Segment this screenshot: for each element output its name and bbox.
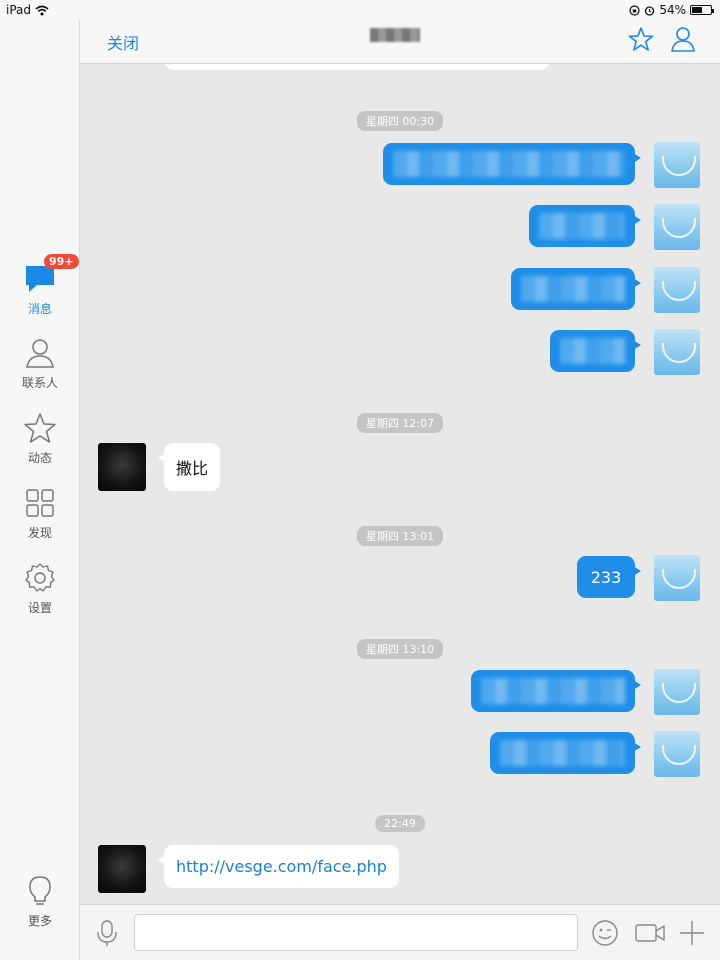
message-bubble-other[interactable]: 撒比 [157,443,221,491]
star-icon [24,413,56,443]
avatar-me[interactable] [654,142,700,188]
redacted-content [539,213,625,239]
timestamp: 22:49 [375,815,425,832]
device-name: iPad [6,3,32,17]
message-text: 撒比 [176,459,209,478]
redacted-content [521,276,625,302]
alarm-icon [645,5,655,16]
timestamp: 星期四 12:07 [356,413,444,433]
avatar-other[interactable] [98,845,146,893]
message-bubble-me[interactable] [471,670,641,712]
status-bar: iPad 54% [0,0,720,20]
avatar-me[interactable] [654,204,700,250]
redacted-content [500,740,625,766]
message-bubble-me[interactable] [529,205,641,247]
message-bubble-me[interactable] [550,330,641,372]
previous-message-bubble [164,64,550,70]
grid-icon [26,489,54,517]
sidebar-item-label: 设置 [27,601,52,615]
message-bubble-me[interactable] [490,732,641,774]
sidebar-item-feed[interactable]: 动态 [0,411,80,466]
star-icon[interactable] [628,26,654,52]
sidebar-item-label: 发现 [27,526,52,540]
battery-level [692,7,702,13]
timestamp: 星期四 13:10 [356,639,444,659]
sidebar-item-label: 消息 [27,302,52,316]
close-button[interactable]: 关闭 [107,30,139,54]
microphone-icon[interactable] [93,919,121,947]
message-bubble-other[interactable]: http://vesge.com/face.php [158,845,399,888]
chat-area[interactable]: 星期四 00:30 星期四 12:07 撒比 星期四 13:01 233 星期四… [80,64,720,904]
sidebar-item-settings[interactable]: 设置 [0,561,80,616]
redacted-content [481,678,625,704]
message-bubble-me[interactable] [511,268,641,310]
person-icon [26,339,54,368]
message-bubble-me[interactable] [383,143,641,185]
avatar-me[interactable] [654,267,700,313]
avatar-me[interactable] [654,555,700,601]
emoji-icon[interactable] [591,919,619,947]
input-bar [80,904,720,960]
battery-icon [690,5,714,15]
unread-badge: 99+ [44,254,79,269]
plus-icon[interactable] [678,919,706,947]
message-link[interactable]: http://vesge.com/face.php [176,857,387,876]
sidebar-item-more[interactable]: 更多 [0,874,80,929]
avatar-me[interactable] [654,329,700,375]
person-icon[interactable] [670,26,696,52]
avatar-me[interactable] [654,669,700,715]
sidebar-item-contacts[interactable]: 联系人 [0,336,80,391]
redacted-content [560,338,625,364]
message-bubble-me[interactable]: 233 [577,556,641,598]
message-text: 233 [590,567,622,587]
sidebar-item-label: 联系人 [21,376,58,390]
sidebar: 99+ 消息 联系人 动态 发现 设置 更多 [0,0,80,960]
timestamp: 星期四 00:30 [356,111,444,131]
battery-percent: 54% [659,3,686,17]
message-input[interactable] [134,914,578,951]
rotation-lock-icon [629,4,640,16]
avatar-other[interactable] [98,443,146,491]
wifi-icon [35,5,49,15]
video-call-icon[interactable] [634,919,666,947]
timestamp: 星期四 13:01 [356,526,444,546]
redacted-content [393,151,625,177]
sidebar-item-label: 更多 [27,914,52,928]
sidebar-item-messages[interactable]: 99+ 消息 [0,254,80,317]
gear-icon [25,563,55,592]
lightbulb-icon [29,876,51,905]
avatar-me[interactable] [654,731,700,777]
sidebar-item-discover[interactable]: 发现 [0,486,80,541]
sidebar-item-label: 动态 [27,451,52,465]
chat-title-redacted [370,28,420,42]
